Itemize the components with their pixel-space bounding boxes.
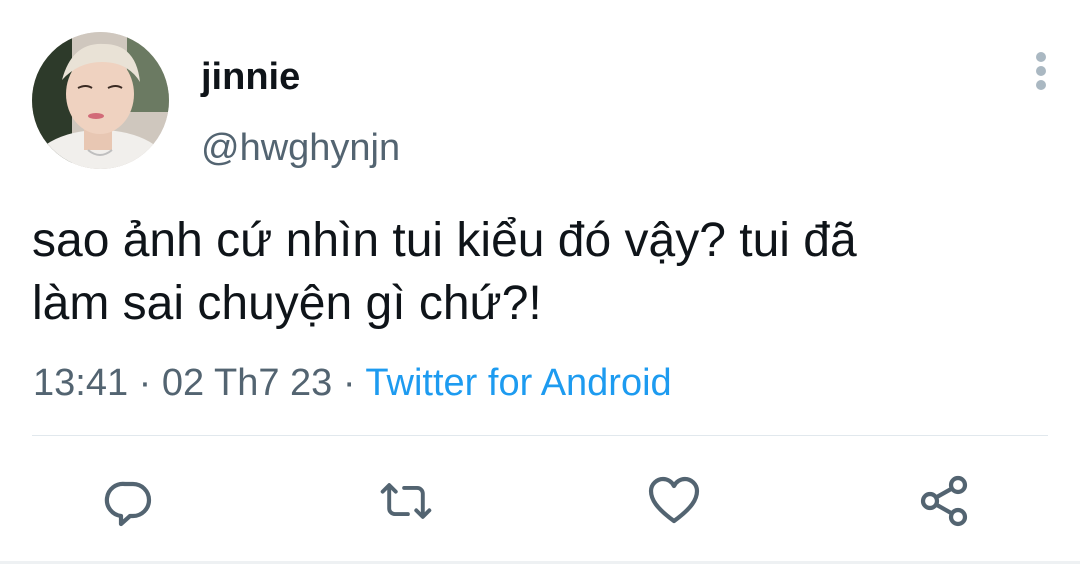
tweet-text: sao ảnh cứ nhìn tui kiểu đó vậy? tui đã …	[32, 214, 857, 330]
user-handle[interactable]: @hwghynjn	[201, 123, 400, 173]
tweet-time[interactable]: 13:41	[33, 362, 128, 404]
tweet-meta: 13:41 · 02 Th7 23 · Twitter for Android	[33, 359, 672, 407]
like-button[interactable]	[646, 473, 702, 529]
share-button[interactable]	[916, 473, 972, 529]
reply-button[interactable]	[101, 473, 157, 529]
meta-separator: ·	[332, 362, 366, 404]
tweet-card: jinnie @hwghynjn sao ảnh cứ nhìn tui kiể…	[0, 0, 1080, 564]
tweet-source-link[interactable]: Twitter for Android	[365, 362, 671, 404]
heart-icon	[648, 476, 700, 524]
share-icon	[920, 475, 968, 527]
retweet-button[interactable]	[378, 473, 434, 529]
avatar[interactable]	[32, 32, 169, 169]
display-name[interactable]: jinnie	[201, 52, 300, 102]
more-vertical-icon	[1036, 52, 1046, 90]
more-options-button[interactable]	[1022, 46, 1060, 96]
meta-separator: ·	[128, 362, 162, 404]
reply-icon	[104, 481, 152, 527]
retweet-icon	[380, 483, 432, 519]
avatar-image	[32, 32, 169, 169]
divider	[32, 435, 1048, 436]
tweet-date[interactable]: 02 Th7 23	[162, 362, 332, 404]
